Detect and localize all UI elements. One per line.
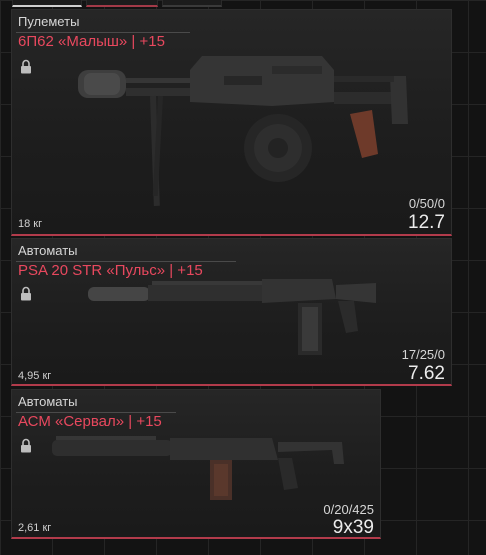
weapon-category: Автоматы xyxy=(18,243,78,258)
ammo-count: 0/50/0 xyxy=(408,196,445,211)
lock-icon xyxy=(21,438,31,453)
weapon-title: АСМ «Сервал» | +15 xyxy=(18,413,162,430)
weapon-caliber: 9x39 xyxy=(332,517,374,538)
weapon-category: Пулеметы xyxy=(18,14,80,29)
top-tab-strip xyxy=(0,0,486,8)
weapon-image-asm xyxy=(52,436,344,500)
weapon-image-psa20 xyxy=(88,279,376,355)
tab-1[interactable] xyxy=(12,0,82,7)
weapon-image-6p62 xyxy=(78,56,408,207)
weapon-caliber: 7.62 xyxy=(408,363,445,384)
lock-icon xyxy=(21,59,31,74)
tab-3[interactable] xyxy=(162,0,222,7)
ammo-count: 17/25/0 xyxy=(401,347,445,362)
weapon-card-psa20[interactable]: Автоматы PSA 20 STR «Пульс» | +15 4,95 к… xyxy=(11,238,452,386)
weapon-card-asm[interactable]: Автоматы АСМ «Сервал» | +15 2,61 кг 0/20… xyxy=(11,389,381,539)
lock-icon xyxy=(21,286,31,301)
ammo-count: 0/20/425 xyxy=(323,502,374,517)
inventory-panel: Пулеметы 6П62 «Малыш» | +15 18 кг 0/50/0… xyxy=(0,0,486,555)
weapon-weight: 4,95 кг xyxy=(18,370,52,382)
tab-2[interactable] xyxy=(86,0,158,7)
weapon-weight: 18 кг xyxy=(18,218,43,230)
weapon-weight: 2,61 кг xyxy=(18,522,52,534)
weapon-category: Автоматы xyxy=(18,394,78,409)
weapon-card-6p62[interactable]: Пулеметы 6П62 «Малыш» | +15 18 кг 0/50/0… xyxy=(11,9,452,236)
weapon-caliber: 12.7 xyxy=(408,212,445,233)
